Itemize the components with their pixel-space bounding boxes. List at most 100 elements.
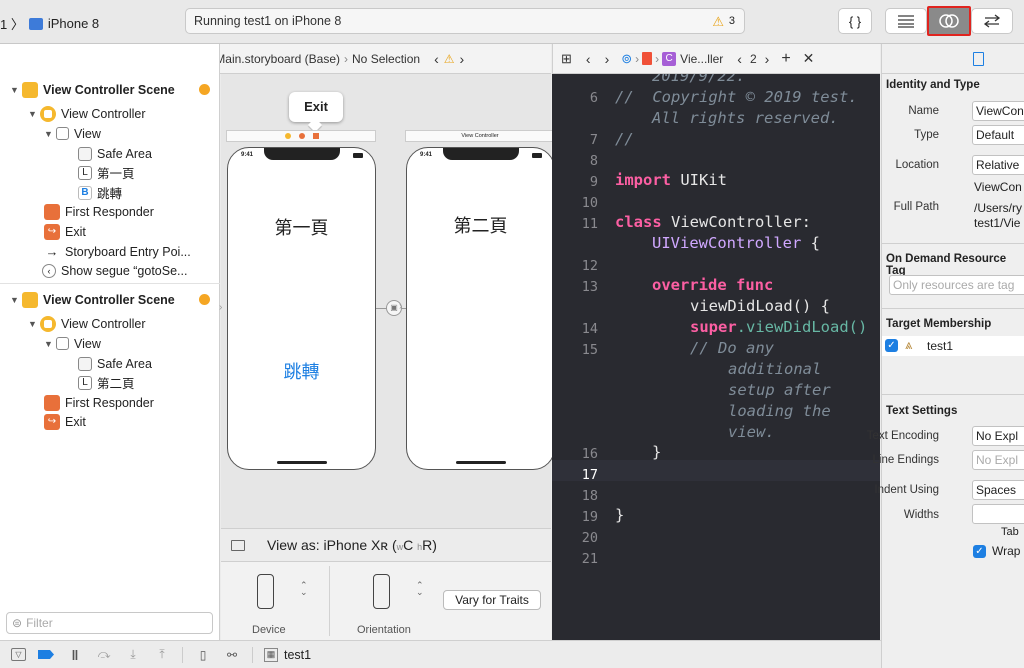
standard-editor-button[interactable] <box>885 8 927 34</box>
warning-icon[interactable]: ⚠ <box>712 14 724 30</box>
debug-target-label[interactable]: test1 <box>284 648 311 662</box>
view-controller-icon <box>40 315 56 332</box>
view-debugger-icon[interactable]: ▯ <box>194 646 212 664</box>
tree-safe-area[interactable]: Safe Area <box>78 144 152 163</box>
step-out-icon[interactable]: ⤒ <box>153 646 171 664</box>
line-number: 15 <box>581 342 598 358</box>
tree-label: First Responder <box>65 204 154 219</box>
vary-for-traits-button[interactable]: Vary for Traits <box>443 590 541 610</box>
disclosure-icon[interactable]: ▼ <box>44 339 56 349</box>
tree-label: First Responder <box>65 395 154 410</box>
wrap-label: Wrap <box>992 544 1021 558</box>
memory-graph-icon[interactable]: ⚯ <box>223 646 241 664</box>
prev-issue-icon[interactable]: ‹ <box>434 51 439 67</box>
next-counterpart-icon[interactable]: › <box>765 51 770 67</box>
indent-using-popup[interactable]: Spaces <box>972 480 1024 500</box>
arrows-icon <box>983 14 1001 28</box>
tree-label: Exit <box>65 414 86 429</box>
orientation-label: Orientation <box>357 624 411 636</box>
sidebar-toggle-icon[interactable] <box>231 539 245 551</box>
dock-vc-icon[interactable] <box>285 133 291 139</box>
prev-counterpart-icon[interactable]: ‹ <box>737 51 742 67</box>
dock-responder-icon[interactable] <box>299 133 305 139</box>
tree-first-responder[interactable]: First Responder <box>44 202 154 221</box>
line-number: 10 <box>581 195 598 211</box>
device-stepper-icon[interactable]: ⌃ ⌄ <box>300 581 308 597</box>
editor-jumpbar-file[interactable]: Vie...ller <box>680 52 723 66</box>
tree-label: View Controller <box>61 316 146 331</box>
add-editor-icon[interactable]: + <box>781 50 790 68</box>
resource-tags-field[interactable]: Only resources are tag <box>889 275 1024 295</box>
disclosure-icon[interactable]: ▼ <box>28 319 40 329</box>
view-as-bar[interactable]: View as: iPhone Xʀ (wC hR) <box>221 528 551 562</box>
wrap-checkbox-icon[interactable]: ✓ <box>973 545 986 558</box>
scheme-selector[interactable]: 1 〉 iPhone 8 <box>0 14 99 33</box>
tree-view[interactable]: ▼ View <box>44 334 101 353</box>
related-items-icon[interactable]: ⊞ <box>561 51 572 67</box>
phone-frame-first[interactable]: 9:41 第一頁 跳轉 <box>227 147 376 470</box>
orientation-stepper-icon[interactable]: ⌃ ⌄ <box>416 581 424 597</box>
tree-scene-2[interactable]: ▼ View Controller Scene <box>10 290 175 309</box>
code-review-button[interactable]: { } <box>838 8 872 34</box>
tree-exit[interactable]: ↪ Exit <box>44 412 86 431</box>
code-editor[interactable]: 2019/9/22. 6 // Copyright © 2019 test. A… <box>552 74 880 640</box>
line-endings-popup[interactable]: No Expl <box>972 450 1024 470</box>
dock-exit-icon[interactable] <box>313 133 319 139</box>
close-editor-icon[interactable]: ✕ <box>803 50 815 67</box>
disclosure-icon[interactable]: ▼ <box>10 295 22 305</box>
tree-segue[interactable]: ‹ Show segue “gotoSe... <box>42 261 187 280</box>
code-line: super.viewDidLoad() <box>690 318 867 336</box>
tab-width-field[interactable] <box>972 504 1024 524</box>
tree-button[interactable]: B 跳轉 <box>78 183 122 202</box>
checkbox-checked-icon[interactable]: ✓ <box>885 339 898 352</box>
forward-icon[interactable]: › <box>605 51 610 67</box>
next-issue-icon[interactable]: › <box>460 51 465 67</box>
tree-view-controller[interactable]: ▼ View Controller <box>28 104 146 123</box>
location-popup[interactable]: Relative <box>972 155 1024 175</box>
exit-popover[interactable]: Exit <box>289 92 343 122</box>
filter-field[interactable]: ⊜ Filter <box>6 612 213 634</box>
target-name: test1 <box>927 339 954 353</box>
hide-debug-area-icon[interactable]: ▽ <box>11 648 26 661</box>
tree-label-2[interactable]: L 第二頁 <box>78 373 135 392</box>
tree-label-1[interactable]: L 第一頁 <box>78 163 135 182</box>
tree-safe-area[interactable]: Safe Area <box>78 354 152 373</box>
line-number: 19 <box>581 509 598 525</box>
line-number: 18 <box>581 488 598 504</box>
disclosure-icon[interactable]: ▼ <box>10 85 22 95</box>
storyboard-canvas[interactable]: Exit 9:41 第一頁 跳轉 ▣ › › View Controller 9… <box>219 74 555 528</box>
tree-view-controller[interactable]: ▼ View Controller <box>28 314 146 333</box>
issue-warning-icon[interactable]: ⚠ <box>444 52 455 66</box>
assistant-editor-button[interactable] <box>927 6 971 36</box>
type-popup[interactable]: Default <box>972 125 1024 145</box>
tree-first-responder[interactable]: First Responder <box>44 393 154 412</box>
line-number: 21 <box>581 551 598 567</box>
pause-icon[interactable]: ‖ <box>66 646 84 664</box>
step-into-icon[interactable]: ⤓ <box>124 646 142 664</box>
device-phone-icon[interactable] <box>257 574 274 609</box>
type-name: UIViewController <box>652 234 802 252</box>
text-encoding-popup[interactable]: No Expl <box>972 426 1024 446</box>
safe-area-icon <box>78 356 92 371</box>
version-editor-button[interactable] <box>971 8 1013 34</box>
tree-view[interactable]: ▼ View <box>44 124 101 143</box>
goto-button[interactable]: 跳轉 <box>228 358 375 384</box>
code-line: // Copyright © 2019 test. <box>615 88 858 106</box>
config-divider <box>329 566 330 636</box>
disclosure-icon[interactable]: ▼ <box>44 129 56 139</box>
name-field[interactable]: ViewCon <box>972 101 1024 121</box>
disclosure-icon[interactable]: ▼ <box>28 109 40 119</box>
device-name: iPhone 8 <box>47 16 100 31</box>
tree-scene-1[interactable]: ▼ View Controller Scene <box>10 80 175 99</box>
jumpbar-file[interactable]: Main.storyboard (Base) <box>215 52 340 66</box>
breakpoints-icon[interactable] <box>37 646 55 664</box>
file-inspector-icon[interactable] <box>973 52 984 66</box>
tree-entry-point[interactable]: → Storyboard Entry Poi... <box>44 242 191 261</box>
phone-frame-second[interactable]: 9:41 第二頁 <box>406 147 555 470</box>
assistant-mode-icon[interactable]: ⊚ <box>621 51 632 67</box>
step-over-icon[interactable]: ⤼ <box>95 646 113 664</box>
jumpbar-selection[interactable]: No Selection <box>352 52 420 66</box>
orientation-phone-icon[interactable] <box>373 574 390 609</box>
tree-exit[interactable]: ↪ Exit <box>44 222 86 241</box>
back-icon[interactable]: ‹ <box>586 51 591 67</box>
